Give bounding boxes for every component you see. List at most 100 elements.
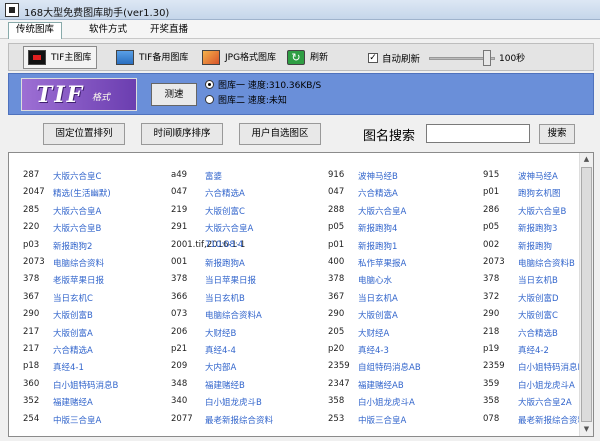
library-link[interactable]: 大版六合皇A [53,205,101,217]
library-link[interactable]: 新报跑狗A [205,257,245,269]
table-row: 367 当日玄机C 366 当日玄机B 367 当日玄机A 372 大版创富D [23,292,583,309]
scroll-down-icon[interactable]: ▼ [580,423,593,436]
library-link[interactable]: 电脑心水 [358,274,392,286]
table-row: 254 中版三合皇A 2077 最老新报综合资料 253 中版三合皇A 078 最老新报综合资… [23,413,586,431]
vertical-scrollbar[interactable]: ▲ ▼ [579,153,593,436]
library-link[interactable]: 精选(生活幽默) [53,187,111,199]
library-code: 205 [328,326,345,337]
library-code: p19 [483,344,500,354]
library-code: 078 [483,413,500,424]
library-code: p18 [23,361,40,372]
library-code: 290 [483,309,500,320]
slider-thumb[interactable] [483,50,491,66]
library-link[interactable]: 新报跑狗1 [358,240,397,252]
library-link[interactable]: 新报跑狗4 [358,222,397,234]
library-code: 358 [328,396,345,407]
library-link[interactable]: 新报跑狗3 [518,222,557,234]
library-link[interactable]: 大版六合皇2A [518,396,572,408]
library-link[interactable]: 大版六合皇C [53,170,101,182]
library-link[interactable]: 大财经B [205,327,236,339]
library-link[interactable]: 大版创富A [53,327,93,339]
user-selection-button[interactable]: 用户自选图区 [239,123,321,145]
library-code: 378 [483,274,500,285]
library-link[interactable]: 大财经A [358,327,389,339]
jpg-icon [202,50,220,65]
library-link[interactable]: 真经4-4 [205,344,236,356]
library-link[interactable]: 电脑综合资料 [53,257,104,269]
library-link[interactable]: 六合精选A [358,187,398,199]
library-link[interactable]: 新报跑狗 [518,240,552,252]
library-code: 400 [328,257,345,267]
refresh-button[interactable]: ↻ 刷新 [282,46,334,69]
library-link[interactable]: 真经4-3 [358,344,389,356]
library-code: 915 [483,170,500,180]
library-link[interactable]: 跑狗玄机图 [518,187,561,199]
library-link[interactable]: 福建赌经A [53,396,93,408]
library-code: 073 [171,309,188,320]
tab-software-mode[interactable]: 软件方式 [82,23,134,37]
jpg-library-button[interactable]: JPG格式图库 [197,46,282,69]
library-code: p03 [23,239,40,250]
library-one-radio[interactable] [205,80,214,89]
library-link[interactable]: 六合精选A [53,344,93,356]
library-link[interactable]: 大版六合皇B [518,205,566,217]
library-code: 358 [483,396,500,407]
library-link[interactable]: 当日玄机A [358,292,398,304]
library-link[interactable]: 当日玄机B [205,292,245,304]
library-link[interactable]: 电脑综合资料B [518,257,575,269]
library-link[interactable]: 中版三合皇A [53,414,101,426]
library-link[interactable]: 大版创富C [205,205,245,217]
library-link[interactable]: 大版创富B [53,309,93,321]
library-link[interactable]: 白小姐龙虎斗A [518,379,575,391]
library-link[interactable]: 最老新报综合资料 [518,414,586,426]
library-link[interactable]: 大版创富D [518,292,559,304]
scroll-up-icon[interactable]: ▲ [580,153,593,166]
library-link[interactable]: 大版创富A [358,309,398,321]
library-link[interactable]: 电脑综合资料A [205,309,262,321]
library-link[interactable]: 当日玄机B [518,274,558,286]
library-link[interactable]: 老版苹果日报 [53,274,104,286]
library-link[interactable]: 大版六合皇A [205,222,253,234]
library-link[interactable]: 最老新报综合资料 [205,414,273,426]
library-link[interactable]: 私作苹果报A [358,257,406,269]
speed-test-button[interactable]: 测速 [151,83,197,106]
library-link[interactable]: 真经4-2 [518,344,549,356]
library-code: 360 [23,378,40,389]
library-link[interactable]: 六合精选B [518,327,558,339]
search-button[interactable]: 搜索 [539,124,575,144]
library-link[interactable]: 新报跑狗2 [53,240,92,252]
tif-icon [28,50,46,65]
library-code: 352 [23,396,40,407]
library-link[interactable]: 自组特码消息AB [358,361,421,373]
library-link[interactable]: 大版六合皇A [358,205,406,217]
library-link[interactable]: 白小姐特码消息B [518,361,583,373]
library-link[interactable]: 710:08:4 [205,240,243,250]
library-link[interactable]: 波神马经B [358,170,398,182]
library-link[interactable]: 当日玄机C [53,292,93,304]
library-link[interactable]: 白小姐龙虎斗B [205,396,262,408]
tif-main-library-button[interactable]: TIF主图库 [23,46,98,69]
library-link[interactable]: 福建赌经AB [358,379,404,391]
tif-backup-library-button[interactable]: TIF备用图库 [111,46,194,69]
tab-live-draw[interactable]: 开奖直播 [143,23,195,37]
fixed-order-button[interactable]: 固定位置排列 [43,123,125,145]
time-order-button[interactable]: 时间顺序排序 [141,123,223,145]
library-link[interactable]: 中版三合皇A [358,414,406,426]
library-link[interactable]: 白小姐特码消息B [53,379,118,391]
library-two-radio[interactable] [205,95,214,104]
search-input[interactable] [426,124,530,143]
tab-traditional-library[interactable]: 传统图库 [8,22,63,39]
library-link[interactable]: 福建赌经B [205,379,245,391]
library-link[interactable]: 波神马经A [518,170,558,182]
library-link[interactable]: 大内部A [205,361,236,373]
library-link[interactable]: 大版六合皇B [53,222,101,234]
library-link[interactable]: 六合精选A [205,187,245,199]
library-link[interactable]: 富婆 [205,170,222,182]
library-link[interactable]: 当日苹果日报 [205,274,256,286]
library-link[interactable]: 白小姐龙虎斗A [358,396,415,408]
library-link[interactable]: 真经4-1 [53,361,84,373]
library-link[interactable]: 大版创富C [518,309,558,321]
scroll-thumb[interactable] [581,167,592,422]
auto-refresh-checkbox[interactable]: ✓ [368,53,378,63]
library-code: 2047 [23,187,45,198]
